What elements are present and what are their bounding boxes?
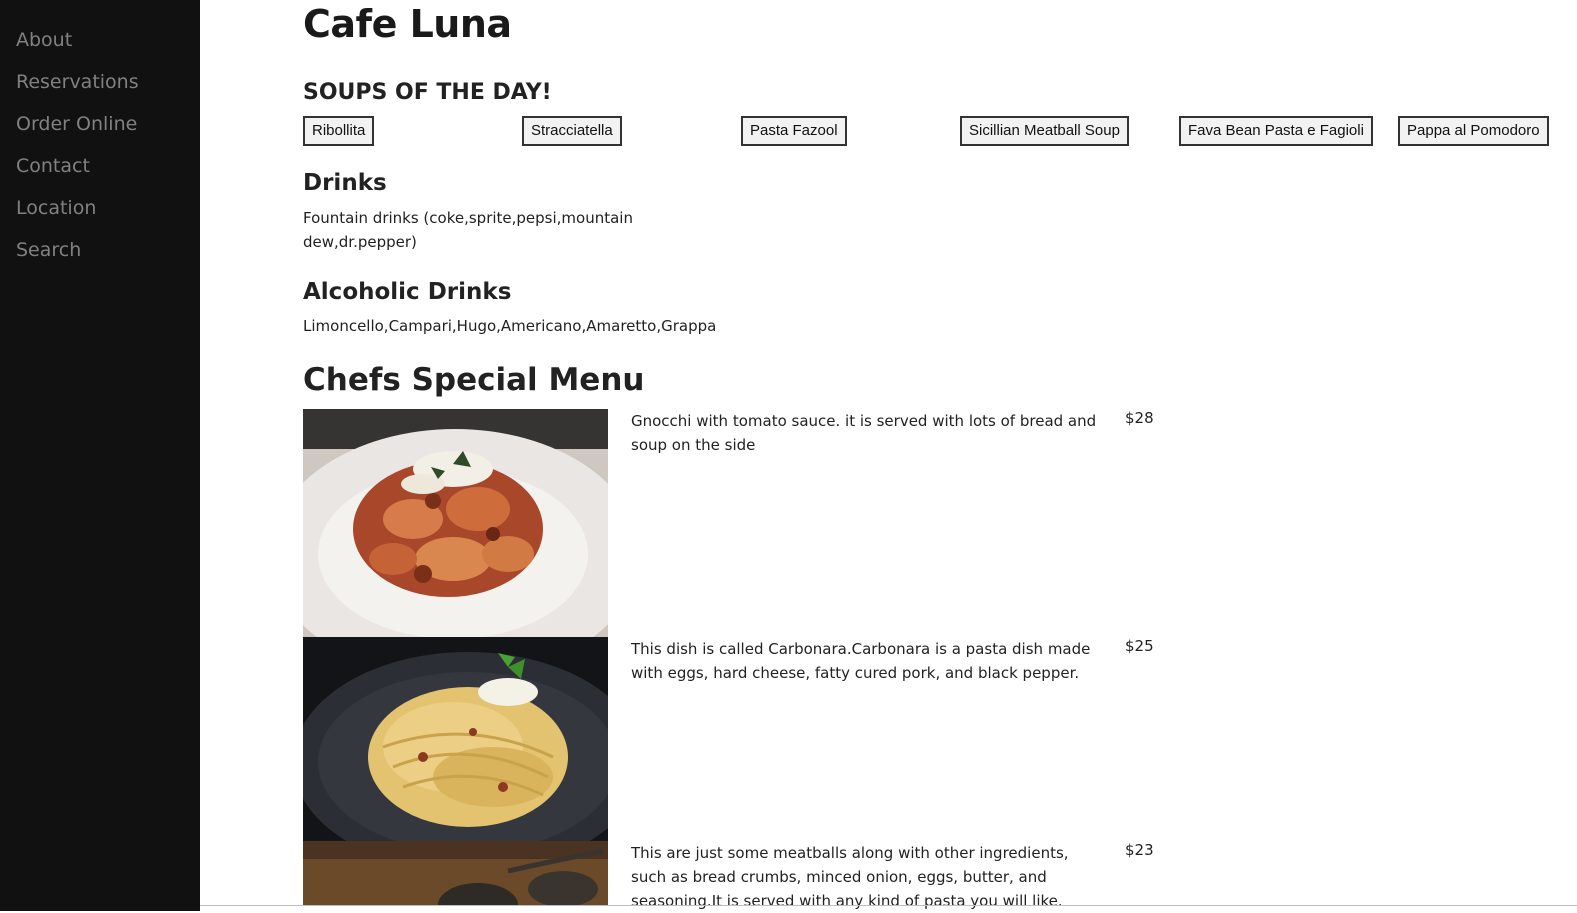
gnocchi-dish-image — [303, 409, 608, 637]
drinks-heading: Drinks — [303, 170, 387, 196]
soup-button-ribollita[interactable]: Ribollita — [303, 116, 375, 146]
drinks-text: Fountain drinks (coke,sprite,pepsi,mount… — [303, 209, 633, 251]
meatballs-dish-description: This are just some meatballs along with … — [631, 844, 1069, 910]
sidebar-item-search[interactable]: Search — [16, 239, 81, 261]
sidebar-item-order-online[interactable]: Order Online — [16, 113, 137, 135]
viewport-bottom-divider — [0, 905, 1577, 906]
soup-button-pasta-fazool[interactable]: Pasta Fazool — [741, 116, 847, 146]
page-title: Cafe Luna — [303, 2, 512, 46]
alcoholic-drinks-text: Limoncello,Campari,Hugo,Americano,Amaret… — [303, 317, 717, 335]
alcoholic-drinks-heading: Alcoholic Drinks — [303, 279, 512, 305]
main-content: Cafe Luna SOUPS OF THE DAY! Ribollita St… — [0, 0, 1577, 911]
carbonara-dish-description: This dish is called Carbonara.Carbonara … — [631, 640, 1091, 682]
carbonara-dish-price: $25 — [1125, 637, 1154, 655]
soup-button-fava-bean[interactable]: Fava Bean Pasta e Fagioli — [1179, 116, 1373, 146]
gnocchi-dish-description: Gnocchi with tomato sauce. it is served … — [631, 412, 1097, 454]
gnocchi-dish-price: $28 — [1125, 409, 1154, 427]
sidebar-item-contact[interactable]: Contact — [16, 155, 90, 177]
sidebar-item-about[interactable]: About — [16, 29, 72, 51]
meatballs-dish-price: $23 — [1125, 841, 1154, 859]
carbonara-dish-image — [303, 637, 608, 841]
soup-button-pappa-al-pomodoro[interactable]: Pappa al Pomodoro — [1398, 116, 1549, 146]
sidebar-item-location[interactable]: Location — [16, 197, 96, 219]
sidebar-item-reservations[interactable]: Reservations — [16, 71, 139, 93]
sidebar-nav: About Reservations Order Online Contact … — [0, 0, 200, 911]
soup-button-stracciatella[interactable]: Stracciatella — [522, 116, 622, 146]
meatballs-dish-image — [303, 841, 608, 905]
soups-heading: SOUPS OF THE DAY! — [303, 80, 552, 105]
chefs-special-heading: Chefs Special Menu — [303, 362, 645, 398]
soup-button-sicilian-meatball[interactable]: Sicillian Meatball Soup — [960, 116, 1129, 146]
